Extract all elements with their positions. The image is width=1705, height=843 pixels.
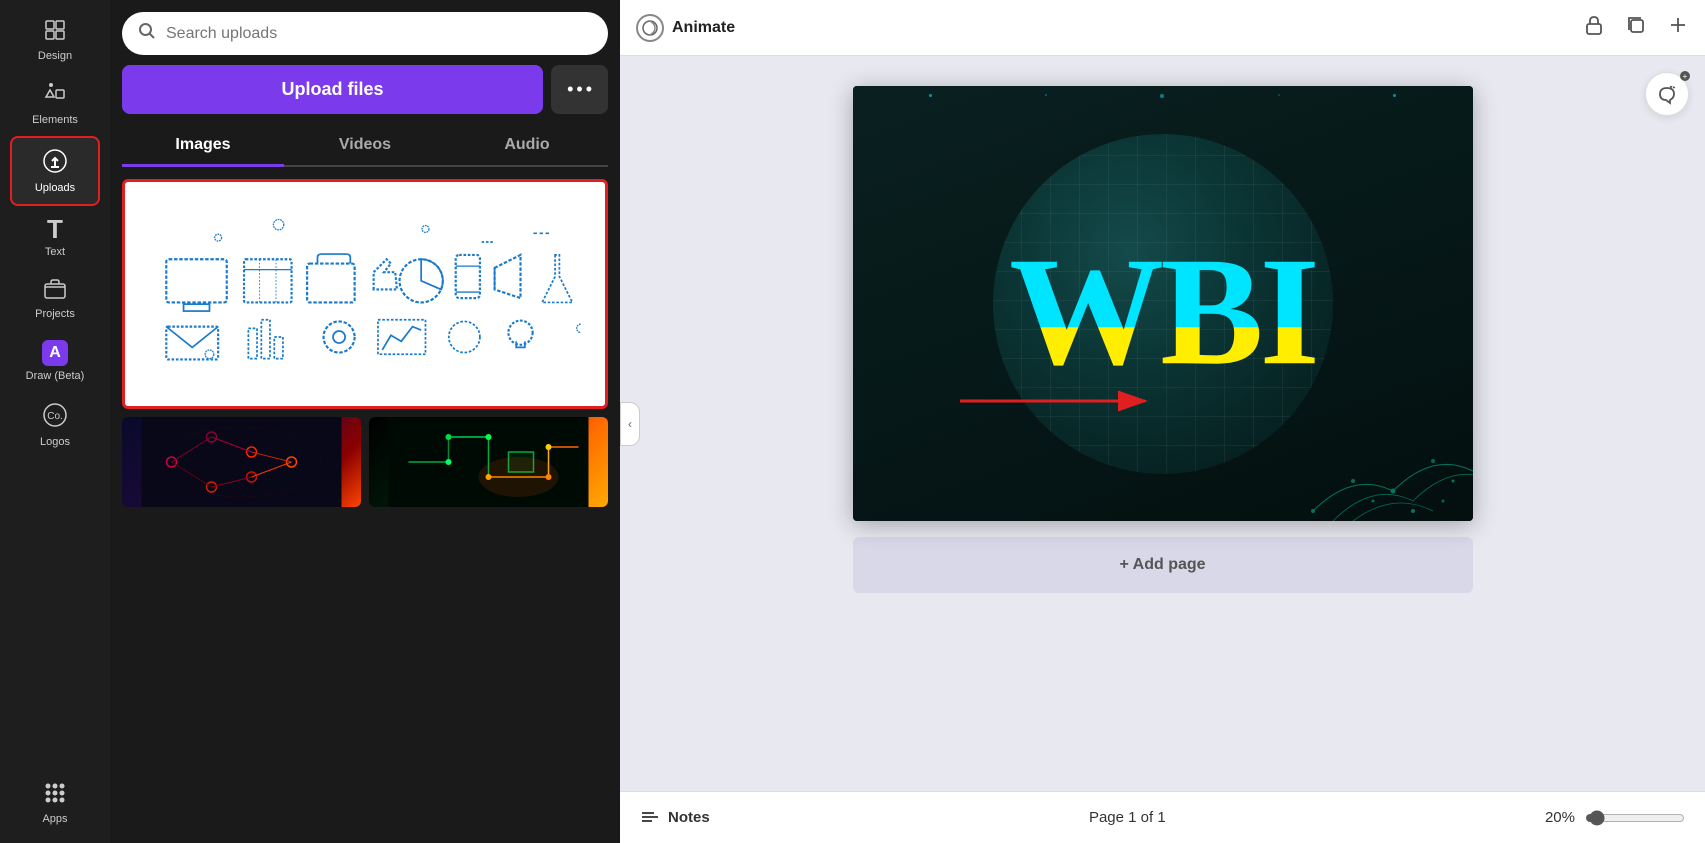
- sidebar-item-label-uploads: Uploads: [35, 182, 75, 194]
- particles-top: [853, 94, 1473, 98]
- collapse-panel-button[interactable]: ‹: [620, 402, 640, 446]
- bottom-bar: Notes Page 1 of 1 20%: [620, 791, 1705, 843]
- elements-icon: [42, 82, 68, 110]
- sidebar-item-label-design: Design: [38, 50, 72, 62]
- more-dot: •: [567, 79, 573, 100]
- image-row-selected: [122, 179, 608, 409]
- sidebar-item-projects[interactable]: Projects: [10, 268, 100, 330]
- design-icon: [43, 18, 67, 46]
- animate-icon: [636, 14, 664, 42]
- toolbar-top: Animate: [620, 0, 1705, 56]
- sidebar-item-elements[interactable]: Elements: [10, 72, 100, 136]
- sidebar-item-label-text: Text: [45, 246, 65, 258]
- sidebar: Design Elements Uploads T Text: [0, 0, 110, 843]
- thumbnail-circuit[interactable]: [369, 417, 608, 507]
- images-grid: [122, 179, 608, 507]
- sidebar-item-label-draw: Draw (Beta): [26, 370, 85, 382]
- upload-more-button[interactable]: • • •: [551, 65, 608, 114]
- lock-button[interactable]: [1583, 14, 1605, 42]
- sidebar-item-uploads[interactable]: Uploads: [10, 136, 100, 206]
- sidebar-item-label-logos: Logos: [40, 436, 70, 448]
- main-area: Animate: [620, 0, 1705, 843]
- canvas-container: WBI: [853, 86, 1473, 593]
- tab-audio[interactable]: Audio: [446, 126, 608, 167]
- uploads-icon: [42, 148, 68, 178]
- image-row-thumbs: [122, 417, 608, 507]
- toolbar-right-icons: [1583, 14, 1689, 42]
- projects-icon: [43, 278, 67, 304]
- animate-button[interactable]: Animate: [636, 14, 735, 42]
- notes-button[interactable]: Notes: [640, 809, 710, 827]
- tab-images[interactable]: Images: [122, 126, 284, 167]
- text-icon: T: [47, 216, 63, 242]
- notes-label: Notes: [668, 809, 710, 826]
- more-dot: •: [576, 79, 582, 100]
- zoom-level: 20%: [1545, 809, 1575, 826]
- duplicate-button[interactable]: [1625, 14, 1647, 42]
- upload-btn-row: Upload files • • •: [122, 65, 608, 114]
- draw-icon: A: [42, 340, 68, 366]
- search-input[interactable]: [166, 25, 592, 43]
- tab-videos[interactable]: Videos: [284, 126, 446, 167]
- teal-wave: [1273, 371, 1473, 521]
- animate-label: Animate: [672, 19, 735, 37]
- upload-files-button[interactable]: Upload files: [122, 65, 543, 114]
- zoom-area: 20%: [1545, 809, 1685, 826]
- sidebar-item-draw[interactable]: A Draw (Beta): [10, 330, 100, 392]
- sidebar-item-label-projects: Projects: [35, 308, 75, 320]
- sidebar-item-label-elements: Elements: [32, 114, 78, 126]
- selected-image[interactable]: [122, 179, 608, 409]
- wbi-text: WBI: [1009, 234, 1316, 389]
- zoom-slider[interactable]: [1585, 810, 1685, 826]
- sidebar-item-design[interactable]: Design: [10, 8, 100, 72]
- thumbnail-neural[interactable]: [122, 417, 361, 507]
- apps-icon: [43, 781, 67, 809]
- upload-tabs: Images Videos Audio: [122, 126, 608, 167]
- sidebar-item-label-apps: Apps: [42, 813, 67, 825]
- search-container: [122, 12, 608, 55]
- add-button[interactable]: [1667, 14, 1689, 42]
- design-card[interactable]: WBI: [853, 86, 1473, 521]
- page-indicator: Page 1 of 1: [726, 809, 1529, 826]
- logos-icon: Co.: [42, 402, 68, 432]
- canvas-scroll[interactable]: ‹ +: [620, 56, 1705, 791]
- collapse-chevron-icon: ‹: [628, 417, 632, 431]
- chat-button[interactable]: +: [1645, 72, 1689, 116]
- svg-text:Co.: Co.: [47, 411, 63, 422]
- add-page-button[interactable]: + Add page: [853, 537, 1473, 593]
- upload-panel: Upload files • • • Images Videos Audio: [110, 0, 620, 843]
- more-dot: •: [586, 79, 592, 100]
- sidebar-item-text[interactable]: T Text: [10, 206, 100, 268]
- sidebar-item-apps[interactable]: Apps: [10, 771, 100, 835]
- search-icon: [138, 22, 156, 45]
- sidebar-item-logos[interactable]: Co. Logos: [10, 392, 100, 458]
